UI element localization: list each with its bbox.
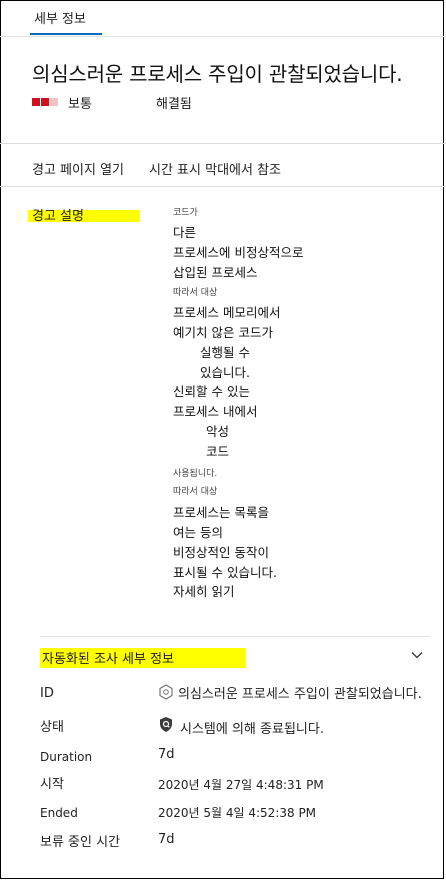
severity-label: 보통	[68, 97, 92, 112]
pending-time-value: 7d	[158, 832, 175, 847]
automated-investigation-header[interactable]: 자동화된 조사 세부 정보	[42, 648, 174, 667]
description-line: 비정상적인 동작이	[173, 545, 269, 560]
description-line: 예기치 않은 코드가	[173, 325, 273, 340]
duration-value: 7d	[158, 747, 175, 762]
description-line: 여는 등의	[173, 525, 223, 540]
description-line: 신뢰할 수 있는	[173, 384, 250, 399]
tab-details[interactable]: 세부 정보	[34, 8, 86, 27]
divider	[0, 186, 446, 187]
alert-title: 의심스러운 프로세스 주입이 관찰되었습니다.	[32, 62, 403, 86]
description-line: 프로세스는 목록을	[173, 505, 269, 520]
view-in-timeline-link[interactable]: 시간 표시 막대에서 참조	[149, 159, 281, 178]
investigation-id-link[interactable]: 의심스러운 프로세스 주입이 관찰되었습니다.	[178, 683, 422, 702]
description-line: 사용됩니다.	[173, 469, 218, 479]
section-divider	[40, 636, 430, 637]
hexagon-icon	[159, 684, 173, 700]
description-line: 악성	[206, 424, 230, 439]
tab-bar: 세부 정보	[0, 0, 446, 37]
duration-label: Duration	[40, 750, 93, 764]
description-line: 따라서 대상	[173, 487, 218, 497]
tab-active-indicator	[30, 33, 102, 35]
read-more-link[interactable]: 자세히 읽기	[173, 581, 234, 600]
description-line: 다른	[173, 225, 197, 240]
status-label: 해결됨	[156, 97, 192, 112]
shield-icon	[160, 717, 172, 732]
investigation-status-value: 시스템에 의해 종료됩니다.	[180, 722, 324, 737]
description-line: 삽입된 프로세스	[173, 265, 258, 280]
status-row-label: 상태	[40, 720, 64, 735]
end-time-label: Ended	[40, 806, 78, 820]
description-line: 있습니다.	[200, 365, 250, 380]
divider	[0, 143, 446, 144]
description-line: 따라서 대상	[173, 288, 218, 298]
end-time-value: 2020년 5월 4일 4:52:38 PM	[158, 806, 317, 820]
description-line: 표시될 수 있습니다.	[173, 565, 277, 580]
description-line: 코드	[206, 444, 230, 459]
description-line: 프로세스 메모리에서	[173, 305, 281, 320]
open-alert-page-link[interactable]: 경고 페이지 열기	[32, 159, 124, 178]
start-time-label: 시작	[40, 777, 64, 792]
alert-description-label: 경고 설명	[32, 209, 84, 224]
chevron-down-icon[interactable]	[410, 648, 424, 662]
severity-indicator	[32, 98, 60, 106]
id-label: ID	[40, 686, 54, 701]
start-time-value: 2020년 4월 27일 4:48:31 PM	[158, 778, 324, 792]
pending-time-label: 보류 중인 시간	[40, 835, 121, 850]
description-line: 실행될 수	[200, 345, 250, 360]
description-line: 프로세스 내에서	[173, 404, 258, 419]
description-line: 프로세스에 비정상적으로	[173, 245, 304, 260]
description-line: 코드가	[173, 208, 198, 218]
